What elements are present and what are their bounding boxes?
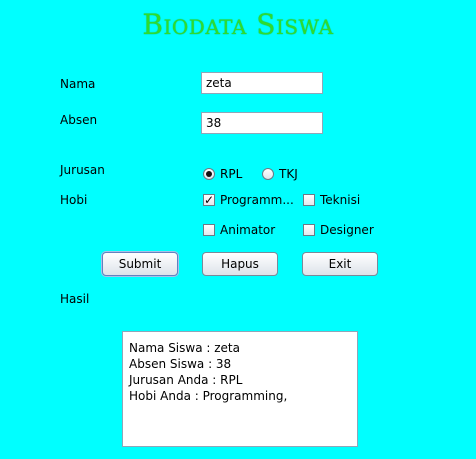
absen-field[interactable]: 38 [201,112,323,134]
submit-button[interactable]: Submit [102,252,178,276]
nama-label: Nama [60,77,96,91]
result-line: Absen Siswa : 38 [129,357,232,371]
checkbox-checked-icon: ✓ [203,193,215,207]
checkbox-label: Teknisi [320,193,361,207]
hobi-label: Hobi [60,193,88,207]
radio-label: TKJ [279,167,298,181]
checkbox-unchecked-icon [303,194,315,206]
hobi-checkbox-designer[interactable]: Designer [303,223,374,237]
hapus-button[interactable]: Hapus [202,252,278,276]
result-line: Nama Siswa : zeta [129,341,240,355]
hobi-checkbox-programming[interactable]: ✓ Programm... [203,193,294,207]
result-line: Hobi Anda : Programming, [129,389,288,403]
absen-label: Absen [60,113,98,127]
radio-label: RPL [220,167,243,181]
checkbox-label: Programm... [220,193,294,207]
result-line: Jurusan Anda : RPL [129,373,243,387]
exit-button[interactable]: Exit [302,252,378,276]
checkbox-label: Animator [220,223,276,237]
checkbox-unchecked-icon [303,224,315,236]
nama-field[interactable]: zeta [201,72,323,94]
hasil-label: Hasil [60,292,90,306]
checkbox-unchecked-icon [203,224,215,236]
jurusan-radio-rpl[interactable]: RPL [203,167,242,181]
hasil-textarea[interactable]: Nama Siswa : zeta Absen Siswa : 38 Jurus… [122,331,358,447]
page-title: Biodata Siswa [142,8,334,41]
hobi-checkbox-teknisi[interactable]: Teknisi [303,193,360,207]
radio-selected-icon [203,168,215,180]
jurusan-label: Jurusan [60,163,105,177]
radio-unselected-icon [262,168,274,180]
hobi-checkbox-animator[interactable]: Animator [203,223,275,237]
checkbox-label: Designer [320,223,374,237]
jurusan-radio-tkj[interactable]: TKJ [262,167,298,181]
